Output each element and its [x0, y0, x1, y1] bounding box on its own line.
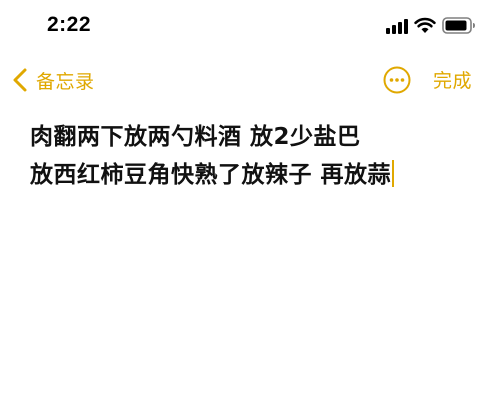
more-icon[interactable] — [382, 65, 412, 95]
back-button[interactable]: 备忘录 — [12, 64, 95, 96]
chevron-left-icon — [13, 68, 27, 92]
text-cursor — [392, 160, 395, 187]
status-time: 2:22 — [47, 13, 92, 36]
notes-screen: 2:22 备忘录 完成 肉翻两下放两勺料酒 放2少盐巴 放西红柿豆角快熟了放辣子… — [0, 0, 500, 400]
note-text-area[interactable]: 肉翻两下放两勺料酒 放2少盐巴 放西红柿豆角快熟了放辣子 再放蒜 — [30, 118, 470, 194]
signal-icon — [386, 19, 408, 34]
note-line-2-text: 放西红柿豆角快熟了放辣子 再放蒜 — [30, 162, 392, 188]
status-bar: 2:22 — [0, 0, 500, 54]
done-button[interactable]: 完成 — [433, 66, 472, 93]
note-line-1-text: 肉翻两下放两勺料酒 放2少盐巴 — [30, 124, 361, 150]
nav-bar: 备忘录 完成 — [0, 58, 500, 102]
back-label: 备忘录 — [36, 70, 95, 93]
wifi-icon — [414, 17, 436, 33]
battery-icon — [442, 17, 475, 34]
note-line-2: 放西红柿豆角快熟了放辣子 再放蒜 — [30, 156, 470, 194]
note-line-1: 肉翻两下放两勺料酒 放2少盐巴 — [30, 118, 470, 156]
